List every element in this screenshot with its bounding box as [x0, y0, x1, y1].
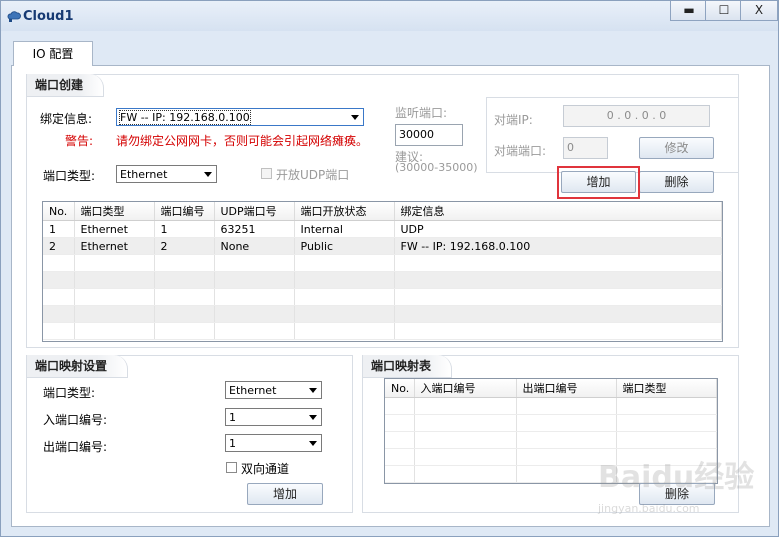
delete-port-button[interactable]: 删除 — [639, 171, 714, 193]
empty-row — [43, 322, 722, 340]
port-type-value: Ethernet — [120, 168, 168, 181]
port-map-settings-title: 端口映射设置 — [27, 355, 129, 378]
empty-row — [385, 431, 717, 449]
cell: Ethernet — [74, 220, 155, 238]
peer-port-input[interactable]: 0 — [563, 137, 608, 159]
watermark-url: jingyan.baidu.com — [598, 502, 700, 515]
suggest-range: (30000-35000) — [395, 161, 478, 174]
chevron-down-icon — [204, 172, 212, 177]
highlight-box — [557, 166, 640, 199]
port-map-header: No. 入端口编号 出端口编号 端口类型 — [385, 379, 717, 398]
cell: Public — [294, 237, 395, 255]
bidirectional-checkbox[interactable] — [226, 462, 237, 473]
col-out-port[interactable]: 出端口编号 — [516, 379, 617, 398]
listen-port-label: 监听端口: — [395, 106, 448, 120]
peer-port-label: 对端端口: — [494, 144, 547, 158]
in-port-select[interactable]: 1 — [225, 408, 322, 426]
empty-row — [43, 288, 722, 306]
port-create-title: 端口创建 — [27, 74, 105, 97]
tab-io-config[interactable]: IO 配置 — [13, 41, 93, 66]
chevron-down-icon — [351, 115, 359, 120]
col-port-type[interactable]: 端口类型 — [74, 202, 155, 221]
close-icon: X — [754, 3, 764, 17]
col-open-status[interactable]: 端口开放状态 — [294, 202, 395, 221]
empty-row — [385, 397, 717, 415]
peer-port-value: 0 — [567, 141, 574, 154]
map-port-type-select[interactable]: Ethernet — [225, 381, 322, 399]
empty-row — [385, 414, 717, 432]
empty-row — [43, 254, 722, 272]
bind-info-select[interactable]: FW -- IP: 192.168.0.100 — [116, 108, 364, 126]
peer-ip-input[interactable]: 0 . 0 . 0 . 0 — [563, 105, 710, 127]
table-row[interactable]: 1 Ethernet 1 63251 Internal UDP — [43, 220, 722, 238]
chevron-down-icon — [309, 441, 317, 446]
col-no[interactable]: No. — [385, 379, 415, 398]
col-udp-port[interactable]: UDP端口号 — [214, 202, 295, 221]
out-port-label: 出端口编号: — [43, 440, 108, 454]
maximize-button[interactable]: ☐ — [705, 1, 743, 21]
out-port-select[interactable]: 1 — [225, 434, 322, 452]
cell: Internal — [294, 220, 395, 238]
in-port-label: 入端口编号: — [43, 413, 108, 427]
cell: 1 — [154, 220, 215, 238]
watermark-logo: Baidu经验 — [598, 460, 755, 495]
chevron-down-icon — [309, 415, 317, 420]
out-port-value: 1 — [229, 437, 236, 450]
col-port-type[interactable]: 端口类型 — [616, 379, 717, 398]
port-table[interactable]: No. 端口类型 端口编号 UDP端口号 端口开放状态 绑定信息 1 Ether… — [42, 201, 723, 342]
empty-row — [43, 271, 722, 289]
cell: 2 — [154, 237, 215, 255]
chevron-down-icon — [309, 388, 317, 393]
map-port-type-label: 端口类型: — [43, 386, 96, 400]
tab-io-config-label: IO 配置 — [32, 47, 74, 61]
close-button[interactable]: X — [740, 1, 778, 21]
cell: Ethernet — [74, 237, 155, 255]
cell: 2 — [43, 237, 75, 255]
port-type-select[interactable]: Ethernet — [116, 165, 217, 183]
map-port-type-value: Ethernet — [229, 384, 277, 397]
udp-open-checkbox[interactable] — [261, 168, 272, 179]
cell: 1 — [43, 220, 75, 238]
cell: 63251 — [214, 220, 295, 238]
warning-label: 警告: — [65, 134, 94, 148]
in-port-value: 1 — [229, 411, 236, 424]
bidirectional-label: 双向通道 — [241, 462, 290, 476]
cell: None — [214, 237, 295, 255]
port-table-grid: No. 端口类型 端口编号 UDP端口号 端口开放状态 绑定信息 1 Ether… — [43, 202, 722, 340]
col-port-number[interactable]: 端口编号 — [154, 202, 215, 221]
minimize-button[interactable]: ▬ — [670, 1, 708, 21]
peer-ip-value: 0 . 0 . 0 . 0 — [606, 109, 667, 122]
listen-port-value: 30000 — [399, 128, 434, 141]
minimize-icon: ▬ — [683, 3, 695, 17]
col-no[interactable]: No. — [43, 202, 75, 221]
empty-row — [43, 305, 722, 323]
bind-info-value: FW -- IP: 192.168.0.100 — [119, 110, 251, 125]
cell: UDP — [394, 220, 722, 238]
bind-info-label: 绑定信息: — [40, 112, 93, 126]
col-in-port[interactable]: 入端口编号 — [414, 379, 517, 398]
map-add-button[interactable]: 增加 — [247, 483, 323, 505]
listen-port-input[interactable]: 30000 — [395, 124, 463, 146]
warning-text: 请勿绑定公网网卡，否则可能会引起网络瘫痪。 — [116, 134, 369, 148]
udp-open-label: 开放UDP端口 — [276, 168, 350, 182]
modify-button[interactable]: 修改 — [639, 137, 714, 159]
cell: FW -- IP: 192.168.0.100 — [394, 237, 722, 255]
title-bar[interactable]: Cloud1 ▬ ☐ X — [1, 1, 778, 31]
window-title: Cloud1 — [23, 9, 74, 24]
port-type-label: 端口类型: — [43, 169, 96, 183]
peer-ip-label: 对端IP: — [494, 113, 533, 127]
col-bind-info[interactable]: 绑定信息 — [394, 202, 722, 221]
maximize-icon: ☐ — [718, 3, 730, 17]
port-map-table-title: 端口映射表 — [363, 355, 453, 378]
table-row[interactable]: 2 Ethernet 2 None Public FW -- IP: 192.1… — [43, 237, 722, 255]
cloud-app-icon — [7, 11, 21, 22]
port-table-header: No. 端口类型 端口编号 UDP端口号 端口开放状态 绑定信息 — [43, 202, 722, 221]
